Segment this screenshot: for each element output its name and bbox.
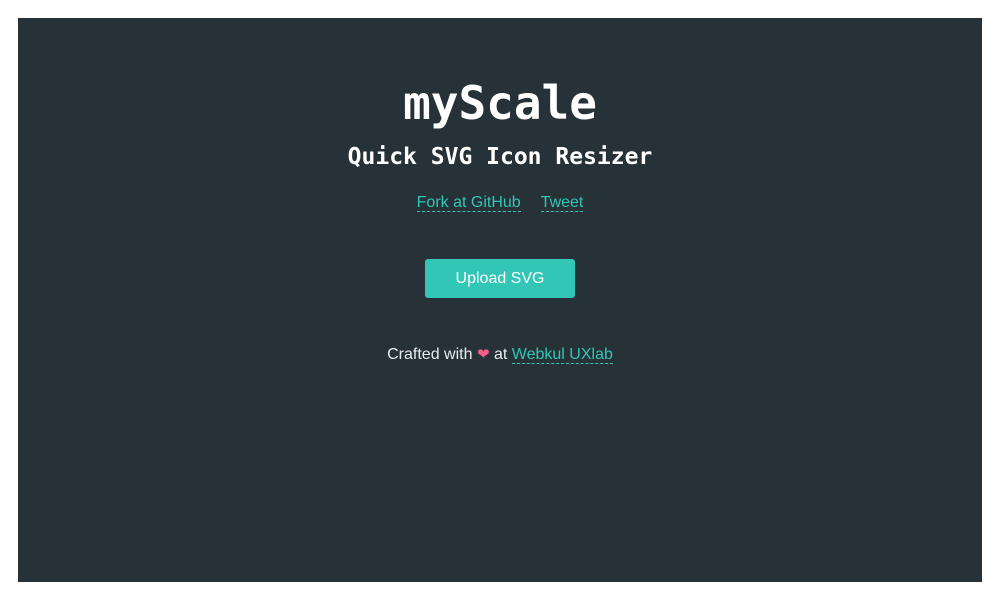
footer: Crafted with ❤ at Webkul UXlab — [18, 343, 982, 366]
header-links: Fork at GitHub Tweet — [18, 192, 982, 214]
page-title: myScale — [403, 76, 597, 130]
upload-svg-button[interactable]: Upload SVG — [425, 259, 575, 298]
app-container: myScale Quick SVG Icon Resizer Fork at G… — [18, 18, 982, 582]
heart-icon: ❤ — [476, 345, 490, 363]
webkul-uxlab-link[interactable]: Webkul UXlab — [511, 346, 613, 364]
footer-crafted-text: Crafted with — [387, 346, 473, 363]
footer-at-text: at — [493, 346, 508, 363]
tweet-link[interactable]: Tweet — [540, 194, 584, 212]
github-fork-link[interactable]: Fork at GitHub — [416, 194, 521, 212]
page-subtitle: Quick SVG Icon Resizer — [347, 144, 653, 170]
